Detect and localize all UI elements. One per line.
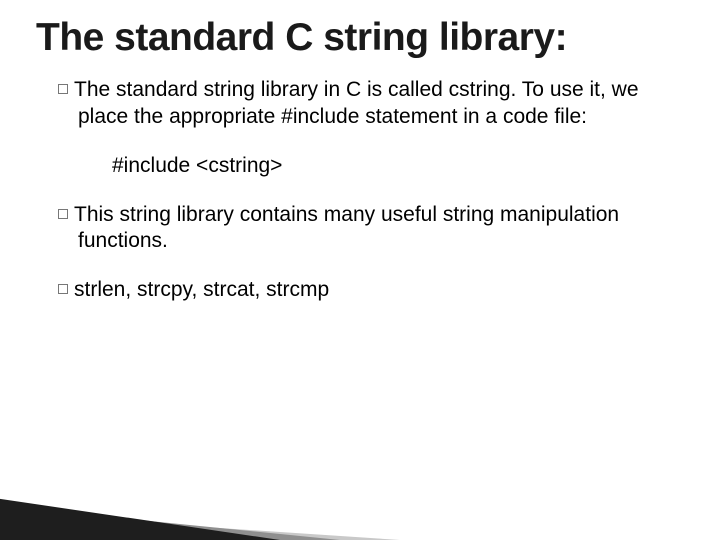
paragraph-1: The standard string library in C is call… <box>58 77 674 131</box>
p1-lead: The <box>74 78 110 101</box>
p2-rest: string library contains many useful stri… <box>78 203 619 253</box>
code-include-line: #include <cstring> <box>112 153 674 180</box>
p2-lead: This <box>74 203 114 226</box>
slide-title: The standard C string library: <box>36 18 684 59</box>
paragraph-3: strlen, strcpy, strcat, strcmp <box>58 277 674 304</box>
p3-rest: strcpy, strcat, strcmp <box>131 278 329 301</box>
paragraph-2: This string library contains many useful… <box>58 202 674 256</box>
square-bullet-icon <box>58 284 68 294</box>
p3-lead: strlen, <box>74 278 131 301</box>
decorative-stripes-icon <box>0 460 400 540</box>
slide-container: The standard C string library: The stand… <box>0 0 720 304</box>
p1-rest: standard string library in C is called c… <box>78 78 639 128</box>
square-bullet-icon <box>58 209 68 219</box>
slide-body: The standard string library in C is call… <box>58 77 674 304</box>
square-bullet-icon <box>58 84 68 94</box>
